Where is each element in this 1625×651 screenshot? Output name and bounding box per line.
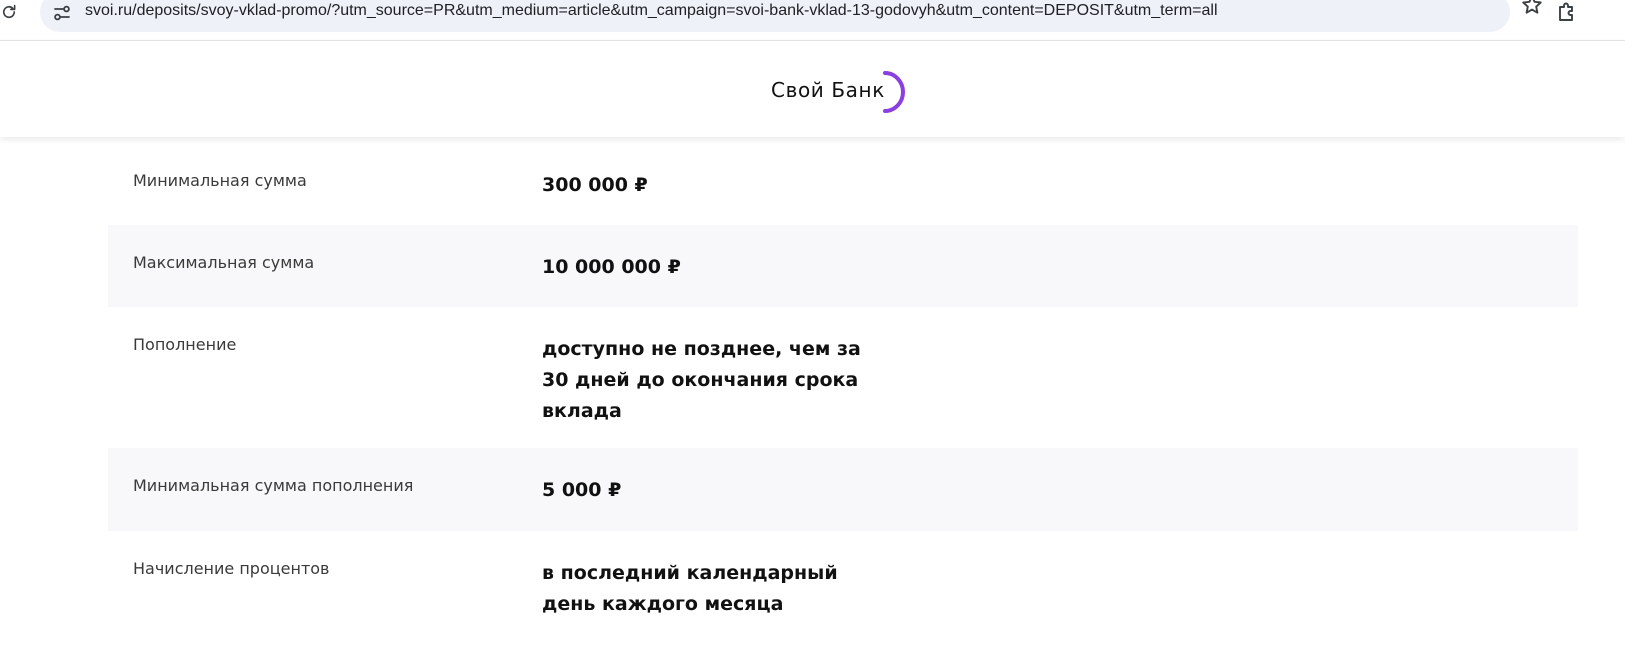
condition-row: Минимальная сумма 300 000 ₽ bbox=[108, 137, 1578, 225]
address-bar[interactable]: svoi.ru/deposits/svoy-vklad-promo/?utm_s… bbox=[40, 0, 1542, 32]
site-header: Свой Банк bbox=[0, 40, 1625, 137]
condition-row: Максимальная сумма 10 000 000 ₽ bbox=[108, 225, 1578, 307]
logo-arc-icon bbox=[883, 71, 905, 113]
condition-label: Минимальная сумма bbox=[133, 171, 307, 190]
deposit-conditions-table: Минимальная сумма 300 000 ₽ Максимальная… bbox=[108, 137, 1578, 651]
condition-value: в последний календарный день каждого мес… bbox=[542, 562, 838, 615]
logo-text: Свой Банк bbox=[771, 78, 885, 102]
condition-row: Начисление процентов в последний календа… bbox=[108, 531, 1578, 651]
condition-label: Начисление процентов bbox=[133, 559, 330, 578]
condition-value: 5 000 ₽ bbox=[542, 479, 622, 501]
url-text[interactable]: svoi.ru/deposits/svoy-vklad-promo/?utm_s… bbox=[85, 2, 1218, 20]
extensions-icon[interactable] bbox=[1555, 0, 1579, 24]
condition-value: 10 000 000 ₽ bbox=[542, 256, 681, 278]
condition-row: Пополнение доступно не позднее, чем за 3… bbox=[108, 307, 1578, 448]
reload-icon[interactable] bbox=[0, 3, 18, 21]
condition-label: Пополнение bbox=[133, 335, 237, 354]
condition-label: Минимальная сумма пополнения bbox=[133, 476, 414, 495]
site-info-icon[interactable] bbox=[52, 3, 72, 23]
browser-toolbar: svoi.ru/deposits/svoy-vklad-promo/?utm_s… bbox=[0, 0, 1625, 40]
condition-value: 300 000 ₽ bbox=[542, 174, 648, 196]
condition-row: Минимальная сумма пополнения 5 000 ₽ bbox=[108, 448, 1578, 531]
condition-value: доступно не позднее, чем за 30 дней до о… bbox=[542, 338, 861, 422]
condition-label: Максимальная сумма bbox=[133, 253, 315, 272]
star-icon[interactable] bbox=[1520, 0, 1544, 17]
